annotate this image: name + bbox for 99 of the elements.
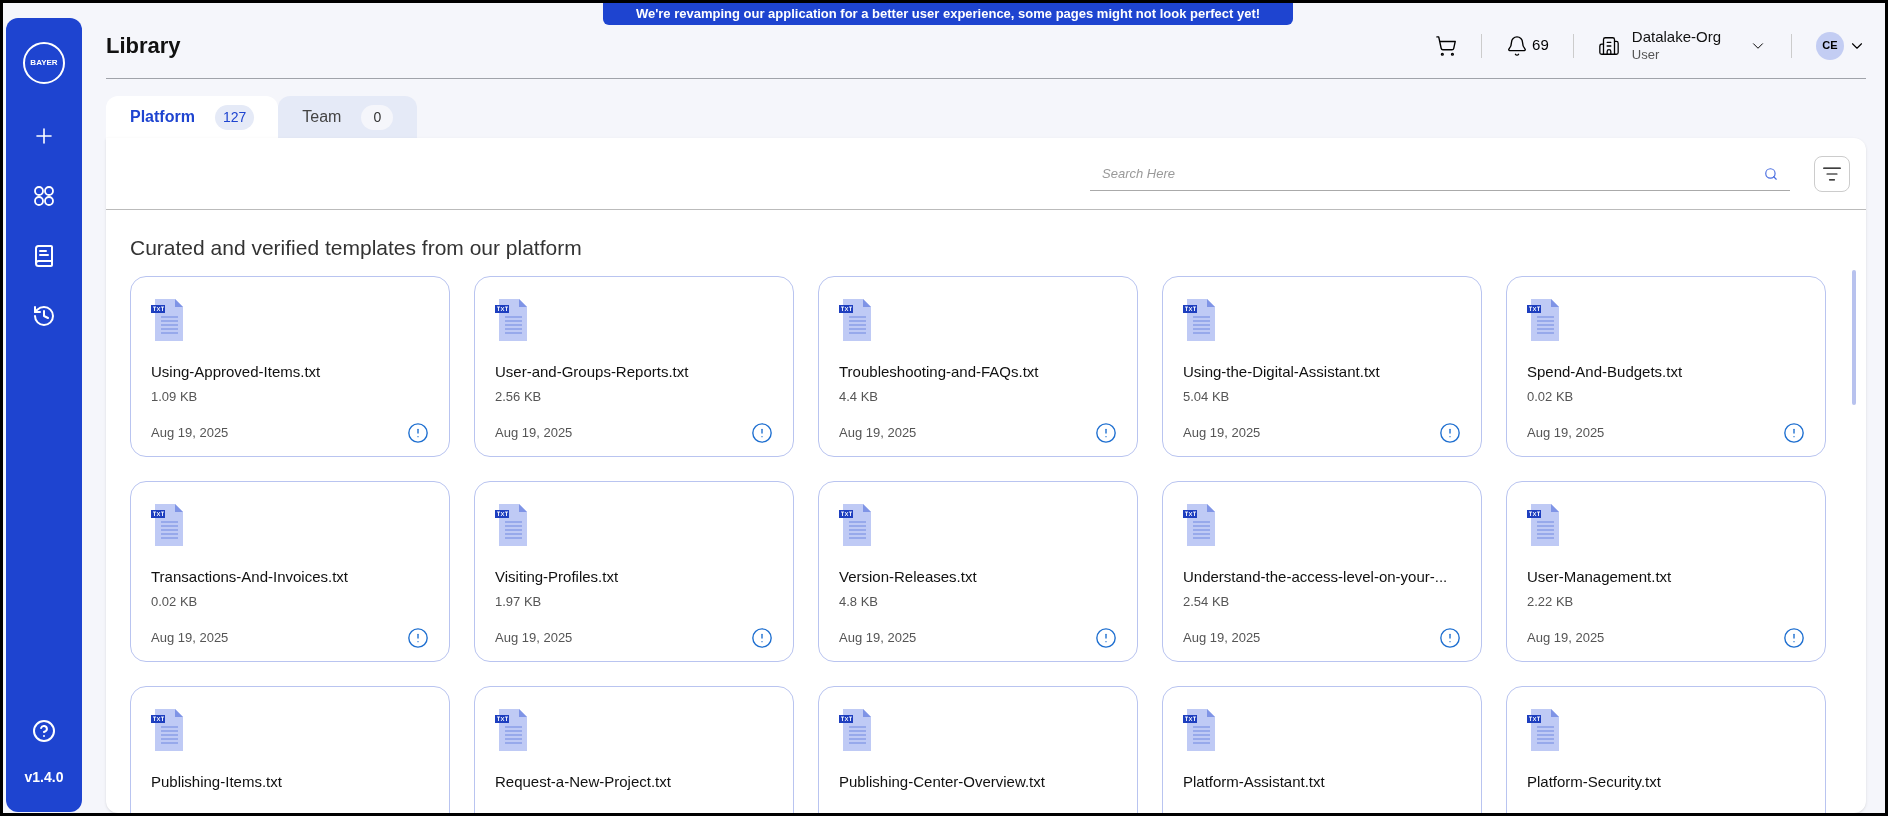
file-card[interactable]: Visiting-Profiles.txt 1.97 KB Aug 19, 2025 [474, 480, 794, 662]
file-name: Publishing-Items.txt [151, 771, 283, 792]
filter-button[interactable] [1814, 155, 1850, 192]
file-date: Aug 19, 2025 [1183, 423, 1261, 442]
file-card[interactable]: Platform-Assistant.txt [1162, 685, 1482, 813]
file-date: Aug 19, 2025 [495, 628, 573, 647]
file-date: Aug 19, 2025 [1527, 423, 1605, 442]
file-size: 1.97 KB [495, 593, 543, 611]
file-size: 1.09 KB [151, 388, 199, 406]
file-name: Publishing-Center-Overview.txt [839, 771, 1046, 792]
building-icon [1597, 34, 1620, 57]
file-name: Version-Releases.txt [839, 566, 978, 587]
history-icon[interactable] [32, 304, 56, 328]
tab[interactable]: Platform 127 [106, 96, 279, 138]
file-name: Troubleshooting-and-FAQs.txt [839, 361, 1040, 382]
file-name: Understand-the-access-level-on-your-... [1183, 566, 1449, 587]
file-name: Using-the-Digital-Assistant.txt [1183, 361, 1381, 382]
info-icon[interactable] [407, 421, 429, 444]
file-card[interactable]: Request-a-New-Project.txt [474, 685, 794, 813]
file-card[interactable]: Using-Approved-Items.txt 1.09 KB Aug 19, 2025 [130, 275, 450, 457]
file-name: User-Management.txt [1527, 566, 1673, 587]
bell-icon[interactable] [1506, 34, 1529, 57]
tab[interactable]: Team 0 [278, 96, 418, 138]
logo: BAYER [23, 42, 65, 84]
file-date: Aug 19, 2025 [495, 423, 573, 442]
info-icon[interactable] [407, 626, 429, 649]
file-name: User-and-Groups-Reports.txt [495, 361, 690, 382]
file-size: 4.8 KB [839, 593, 880, 611]
file-date: Aug 19, 2025 [839, 628, 917, 647]
file-card[interactable]: User-Management.txt 2.22 KB Aug 19, 2025 [1506, 480, 1826, 662]
info-icon[interactable] [1095, 626, 1117, 649]
txt-file-icon [495, 708, 527, 751]
file-size: 4.4 KB [839, 388, 880, 406]
txt-file-icon [1183, 298, 1215, 341]
file-card[interactable]: Publishing-Items.txt [130, 685, 450, 813]
info-icon[interactable] [1783, 421, 1805, 444]
txt-file-icon [1183, 503, 1215, 546]
txt-file-icon [151, 708, 183, 751]
info-icon[interactable] [1439, 421, 1461, 444]
file-size: 5.04 KB [1183, 388, 1231, 406]
version-label: v1.4.0 [24, 768, 64, 787]
file-size: 2.22 KB [1527, 593, 1575, 611]
file-card[interactable]: Troubleshooting-and-FAQs.txt 4.4 KB Aug 19, 2025 [818, 275, 1138, 457]
user-role: User [1631, 46, 1661, 63]
file-name: Request-a-New-Project.txt [495, 771, 672, 792]
file-name: Transactions-And-Invoices.txt [151, 566, 350, 587]
file-card[interactable]: Spend-And-Budgets.txt 0.02 KB Aug 19, 2025 [1506, 275, 1826, 457]
txt-file-icon [1527, 708, 1559, 751]
file-name: Using-Approved-Items.txt [151, 361, 322, 382]
grid-icon[interactable] [32, 184, 56, 208]
info-icon[interactable] [751, 421, 773, 444]
txt-file-icon [495, 503, 527, 546]
file-size: 2.54 KB [1183, 593, 1231, 611]
txt-file-icon [495, 298, 527, 341]
file-size: 0.02 KB [151, 593, 199, 611]
file-name: Visiting-Profiles.txt [495, 566, 620, 587]
txt-file-icon [151, 503, 183, 546]
file-name: Platform-Security.txt [1527, 771, 1662, 792]
section-heading: Curated and verified templates from our platform [130, 235, 583, 261]
avatar[interactable]: CE [1816, 31, 1844, 60]
info-icon[interactable] [1783, 626, 1805, 649]
file-name: Spend-And-Budgets.txt [1527, 361, 1684, 382]
txt-file-icon [1527, 298, 1559, 341]
info-icon[interactable] [1095, 421, 1117, 444]
file-name: Platform-Assistant.txt [1183, 771, 1326, 792]
help-icon[interactable] [32, 719, 56, 743]
txt-file-icon [1183, 708, 1215, 751]
count-badge: 0 [361, 104, 394, 130]
search-field[interactable]: Search Here [1090, 156, 1790, 191]
txt-file-icon [839, 708, 871, 751]
txt-file-icon [839, 503, 871, 546]
file-card[interactable]: Using-the-Digital-Assistant.txt 5.04 KB Aug 19, 2025 [1162, 275, 1482, 457]
file-card[interactable]: Transactions-And-Invoices.txt 0.02 KB Aug 19, 2025 [130, 480, 450, 662]
scrollbar-thumb[interactable] [1852, 270, 1856, 405]
book-icon[interactable] [32, 244, 56, 268]
file-date: Aug 19, 2025 [839, 423, 917, 442]
file-date: Aug 19, 2025 [1183, 628, 1261, 647]
page-title: Library [106, 32, 181, 60]
file-card[interactable]: Understand-the-access-level-on-your-... 2.54 KB Aug 19, 2025 [1162, 480, 1482, 662]
file-card[interactable]: Platform-Security.txt [1506, 685, 1826, 813]
file-size: 2.56 KB [495, 388, 543, 406]
count-badge: 127 [214, 104, 255, 130]
search-icon[interactable] [1764, 166, 1778, 181]
notice-banner: We're revamping our application for a better user experience, some pages might not look perfect yet! [603, 3, 1293, 25]
notification-count: 69 [1532, 35, 1549, 56]
file-date: Aug 19, 2025 [151, 423, 229, 442]
txt-file-icon [151, 298, 183, 341]
txt-file-icon [839, 298, 871, 341]
org-name: Datalake-Org [1631, 28, 1721, 47]
file-card[interactable]: Version-Releases.txt 4.8 KB Aug 19, 2025 [818, 480, 1138, 662]
file-size: 0.02 KB [1527, 388, 1575, 406]
cart-icon[interactable] [1435, 34, 1458, 57]
file-card[interactable]: Publishing-Center-Overview.txt [818, 685, 1138, 813]
txt-file-icon [1527, 503, 1559, 546]
info-icon[interactable] [1439, 626, 1461, 649]
file-date: Aug 19, 2025 [1527, 628, 1605, 647]
file-date: Aug 19, 2025 [151, 628, 229, 647]
file-card[interactable]: User-and-Groups-Reports.txt 2.56 KB Aug 19, 2025 [474, 275, 794, 457]
info-icon[interactable] [751, 626, 773, 649]
